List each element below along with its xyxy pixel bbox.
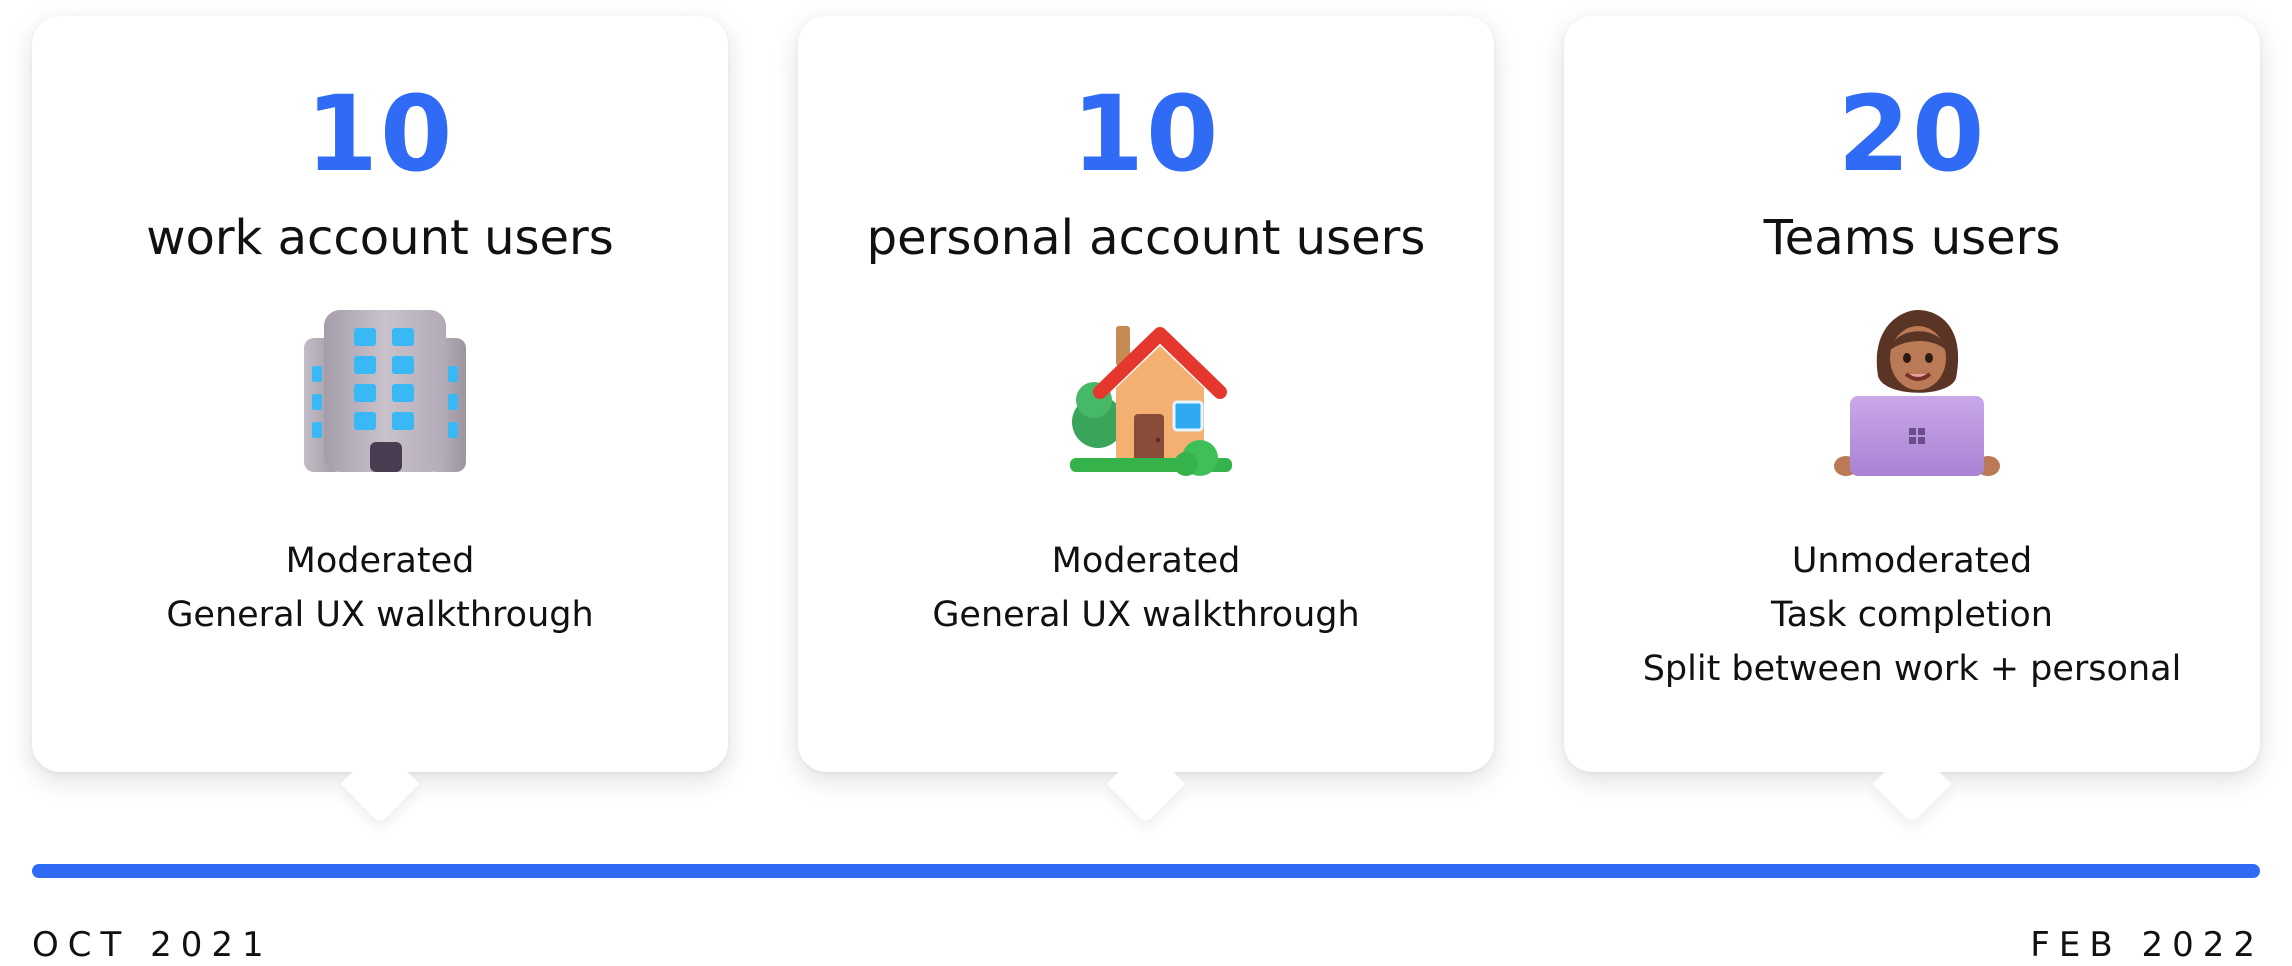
user-group-label: personal account users: [866, 210, 1426, 266]
user-group-label: Teams users: [1763, 210, 2061, 266]
user-count: 20: [1837, 73, 1987, 195]
timeline-bar: [32, 864, 2260, 878]
detail-line: Moderated: [285, 541, 475, 581]
detail-line: Moderated: [1051, 541, 1241, 581]
detail-line: General UX walkthrough: [166, 595, 594, 635]
card-personal-account: 10 personal account users Moderated Gene…: [798, 16, 1494, 824]
card-teams: 20 Teams users Unmoderated Task completi…: [1564, 16, 2260, 824]
card-details: Moderated General UX walkthrough: [32, 534, 728, 642]
office-building-icon: [304, 310, 466, 472]
detail-line: General UX walkthrough: [932, 595, 1360, 635]
detail-line: Task completion: [1771, 595, 2053, 635]
timeline-end-date: FEB 2022: [2030, 925, 2264, 965]
timeline-start-date: OCT 2021: [32, 925, 273, 965]
user-group-label: work account users: [146, 210, 614, 266]
detail-line: Unmoderated: [1791, 541, 2033, 581]
card-details: Moderated General UX walkthrough: [798, 534, 1494, 642]
card-work-account: 10 work account users Moderated General …: [32, 16, 728, 824]
user-count: 10: [305, 73, 455, 195]
user-count: 10: [1071, 73, 1221, 195]
card-details: Unmoderated Task completion Split betwee…: [1564, 534, 2260, 696]
woman-with-laptop-icon: [1834, 310, 2000, 476]
detail-line: Split between work + personal: [1642, 649, 2182, 689]
house-with-garden-icon: [1070, 326, 1232, 476]
